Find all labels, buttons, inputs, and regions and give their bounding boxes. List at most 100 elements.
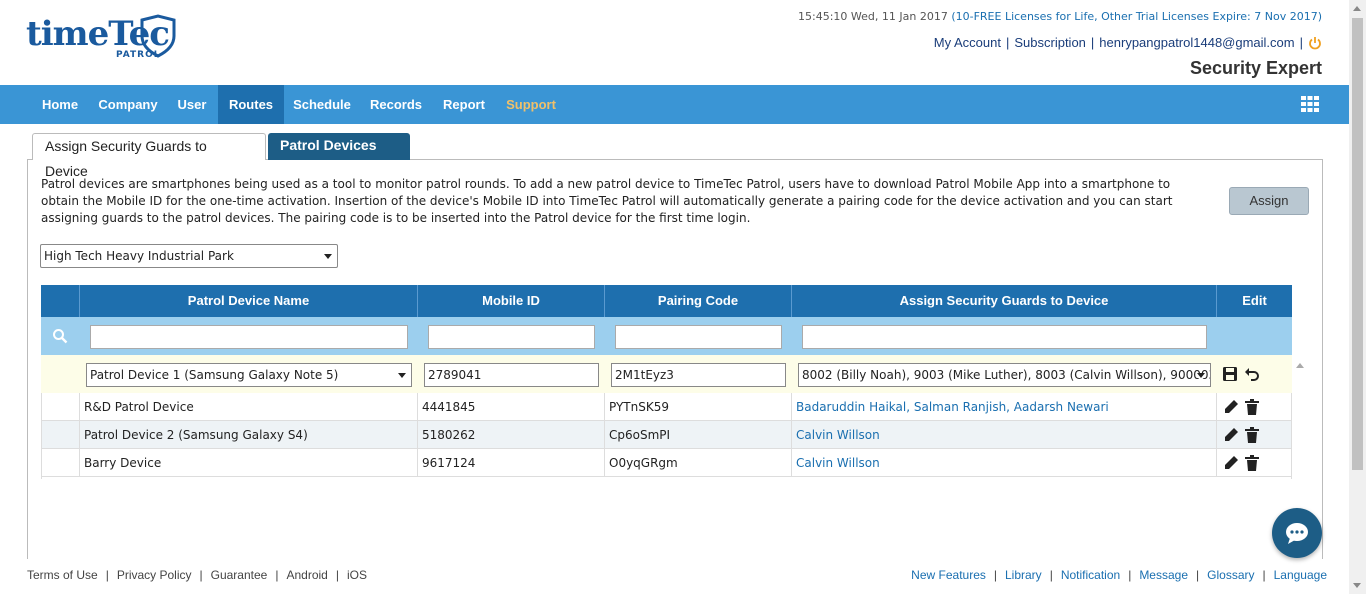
assigned-guards-link[interactable]: Calvin Willson: [791, 421, 1216, 449]
android-link[interactable]: Android: [286, 568, 327, 582]
mobile-id-cell: 9617124: [417, 449, 604, 477]
guards-select-value: 8002 (Billy Noah), 9003 (Mike Luther), 8…: [802, 368, 1211, 382]
header-spacer: [41, 285, 79, 317]
device-select[interactable]: Patrol Device 1 (Samsung Galaxy Note 5): [86, 363, 412, 387]
nav-company[interactable]: Company: [90, 85, 166, 124]
edit-row: Patrol Device 1 (Samsung Galaxy Note 5) …: [41, 355, 1292, 393]
chat-bubble-icon: [1286, 523, 1308, 544]
license-note[interactable]: (10-FREE Licenses for Life, Other Trial …: [951, 10, 1322, 23]
table-scroll-up-icon[interactable]: [1296, 363, 1304, 368]
guards-select[interactable]: 8002 (Billy Noah), 9003 (Mike Luther), 8…: [798, 363, 1211, 387]
nav-user[interactable]: User: [166, 85, 218, 124]
tab-patrol-devices-list[interactable]: Patrol Devices List: [268, 133, 410, 178]
account-links: My Account | Subscription | henrypangpat…: [934, 35, 1322, 50]
save-icon[interactable]: [1222, 366, 1238, 382]
assigned-guards-link[interactable]: Calvin Willson: [791, 449, 1216, 477]
guarantee-link[interactable]: Guarantee: [211, 568, 268, 582]
site-select[interactable]: High Tech Heavy Industrial Park: [40, 244, 338, 268]
scroll-down-icon[interactable]: [1353, 583, 1361, 588]
notification-link[interactable]: Notification: [1061, 568, 1120, 582]
trash-icon[interactable]: [1244, 455, 1260, 471]
pencil-icon[interactable]: [1223, 399, 1239, 415]
chevron-down-icon: [398, 373, 406, 378]
row-spacer: [41, 449, 79, 477]
footer-right-links: New Features | Library | Notification | Messag…: [911, 568, 1327, 582]
description-text: Patrol devices are smartphones being use…: [41, 177, 1173, 225]
tab-assign-guards[interactable]: Assign Security Guards to Device: [32, 133, 266, 179]
page-scrollbar[interactable]: [1349, 0, 1366, 594]
header-mobile-id[interactable]: Mobile ID: [417, 285, 604, 317]
trash-icon[interactable]: [1244, 427, 1260, 443]
edit-cell: [1216, 449, 1292, 477]
chat-button[interactable]: [1272, 508, 1322, 558]
filter-mobile-id-input[interactable]: [428, 325, 595, 349]
filter-guards-input[interactable]: [802, 325, 1207, 349]
pairing-code-cell: PYTnSK59: [604, 393, 791, 421]
assigned-guards-link[interactable]: Badaruddin Haikal, Salman Ranjish, Aadar…: [791, 393, 1216, 421]
device-name-cell: Patrol Device 2 (Samsung Galaxy S4): [79, 421, 417, 449]
filter-device-name-input[interactable]: [90, 325, 408, 349]
new-features-link[interactable]: New Features: [911, 568, 986, 582]
nav-schedule[interactable]: Schedule: [284, 85, 360, 124]
apps-grid-icon[interactable]: [1301, 96, 1319, 112]
filter-pairing-code-input[interactable]: [615, 325, 782, 349]
user-email[interactable]: henrypangpatrol1448@gmail.com: [1099, 35, 1294, 50]
nav-report[interactable]: Report: [432, 85, 496, 124]
header-pairing-code[interactable]: Pairing Code: [604, 285, 791, 317]
separator: |: [1090, 35, 1095, 50]
scroll-thumb[interactable]: [1352, 18, 1363, 470]
header-edit: Edit: [1216, 285, 1292, 317]
separator: |: [1005, 35, 1010, 50]
chevron-down-icon: [1197, 373, 1205, 378]
language-link[interactable]: Language: [1274, 568, 1327, 582]
message-link[interactable]: Message: [1139, 568, 1188, 582]
device-name-cell: R&D Patrol Device: [79, 393, 417, 421]
privacy-link[interactable]: Privacy Policy: [117, 568, 192, 582]
mobile-id-field[interactable]: 2789041: [424, 363, 599, 387]
nav-home[interactable]: Home: [30, 85, 90, 124]
pencil-icon[interactable]: [1223, 455, 1239, 471]
filter-row: [41, 317, 1292, 355]
table-row: Patrol Device 2 (Samsung Galaxy S4) 5180…: [41, 421, 1292, 449]
row-spacer: [41, 421, 79, 449]
chevron-down-icon: [324, 254, 332, 259]
table-row: R&D Patrol Device 4441845 PYTnSK59 Badar…: [41, 393, 1292, 421]
edit-cell: [1216, 421, 1292, 449]
site-select-value: High Tech Heavy Industrial Park: [44, 249, 234, 263]
undo-icon[interactable]: [1244, 366, 1260, 382]
pencil-icon[interactable]: [1223, 427, 1239, 443]
separator: |: [1299, 35, 1303, 50]
table-row: Barry Device 9617124 O0yqGRgm Calvin Wil…: [41, 449, 1292, 477]
table-header-row: Patrol Device Name Mobile ID Pairing Cod…: [41, 285, 1292, 317]
header-info: 15:45:10 Wed, 11 Jan 2017 (10-FREE Licen…: [798, 10, 1322, 23]
pairing-code-cell: O0yqGRgm: [604, 449, 791, 477]
main-nav: Home Company User Routes Schedule Record…: [0, 85, 1349, 124]
subscription-link[interactable]: Subscription: [1014, 35, 1086, 50]
mobile-id-cell: 4441845: [417, 393, 604, 421]
terms-link[interactable]: Terms of Use: [27, 568, 98, 582]
pairing-code-cell: Cp6oSmPI: [604, 421, 791, 449]
timetec-patrol-logo[interactable]: timeTec PATROL: [26, 12, 186, 64]
row-spacer: [41, 393, 79, 421]
current-datetime: 15:45:10 Wed, 11 Jan 2017: [798, 10, 948, 23]
nav-support[interactable]: Support: [496, 85, 566, 124]
nav-records[interactable]: Records: [360, 85, 432, 124]
search-icon: [53, 329, 68, 344]
glossary-link[interactable]: Glossary: [1207, 568, 1254, 582]
user-role: Security Expert: [1189, 58, 1322, 78]
logo-subtitle: PATROL: [116, 50, 161, 60]
nav-routes[interactable]: Routes: [218, 85, 284, 124]
scroll-up-icon[interactable]: [1353, 6, 1361, 11]
edit-cell: [1216, 393, 1292, 421]
page: timeTec PATROL 15:45:10 Wed, 11 Jan 2017…: [0, 0, 1366, 594]
my-account-link[interactable]: My Account: [934, 35, 1001, 50]
pairing-code-field[interactable]: 2M1tEyz3: [611, 363, 786, 387]
assign-button[interactable]: Assign: [1229, 187, 1309, 215]
header-assign-guards[interactable]: Assign Security Guards to Device: [791, 285, 1216, 317]
trash-icon[interactable]: [1244, 399, 1260, 415]
library-link[interactable]: Library: [1005, 568, 1042, 582]
ios-link[interactable]: iOS: [347, 568, 367, 582]
header-device-name[interactable]: Patrol Device Name: [79, 285, 417, 317]
device-select-value: Patrol Device 1 (Samsung Galaxy Note 5): [90, 368, 339, 382]
logout-power-icon[interactable]: [1308, 36, 1322, 50]
